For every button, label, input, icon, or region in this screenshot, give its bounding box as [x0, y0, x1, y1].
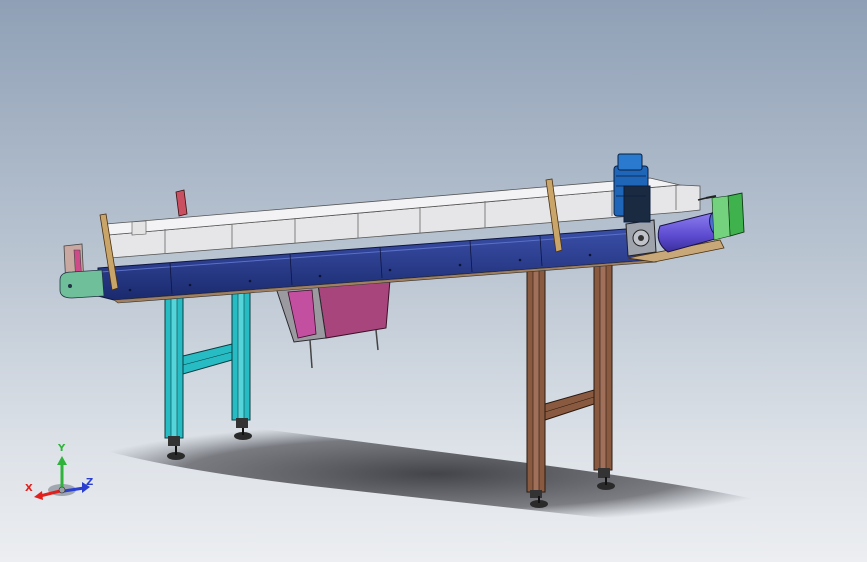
- tail-end-assembly[interactable]: [59, 243, 105, 299]
- y-axis-label: Y: [58, 443, 66, 454]
- end-plate[interactable]: [711, 192, 745, 241]
- drive-motor[interactable]: [613, 153, 651, 223]
- conveyor-model-scene[interactable]: [0, 0, 867, 562]
- cad-viewport[interactable]: X Y Z: [0, 0, 867, 562]
- axis-triad[interactable]: [34, 456, 90, 500]
- triad-origin: [58, 486, 66, 494]
- z-axis-label: Z: [86, 477, 94, 488]
- discharge-hopper[interactable]: [275, 279, 391, 369]
- gearbox[interactable]: [625, 219, 657, 257]
- y-axis-arrowhead: [57, 456, 67, 465]
- x-axis-label: X: [25, 483, 33, 494]
- x-axis-arrowhead: [34, 491, 43, 500]
